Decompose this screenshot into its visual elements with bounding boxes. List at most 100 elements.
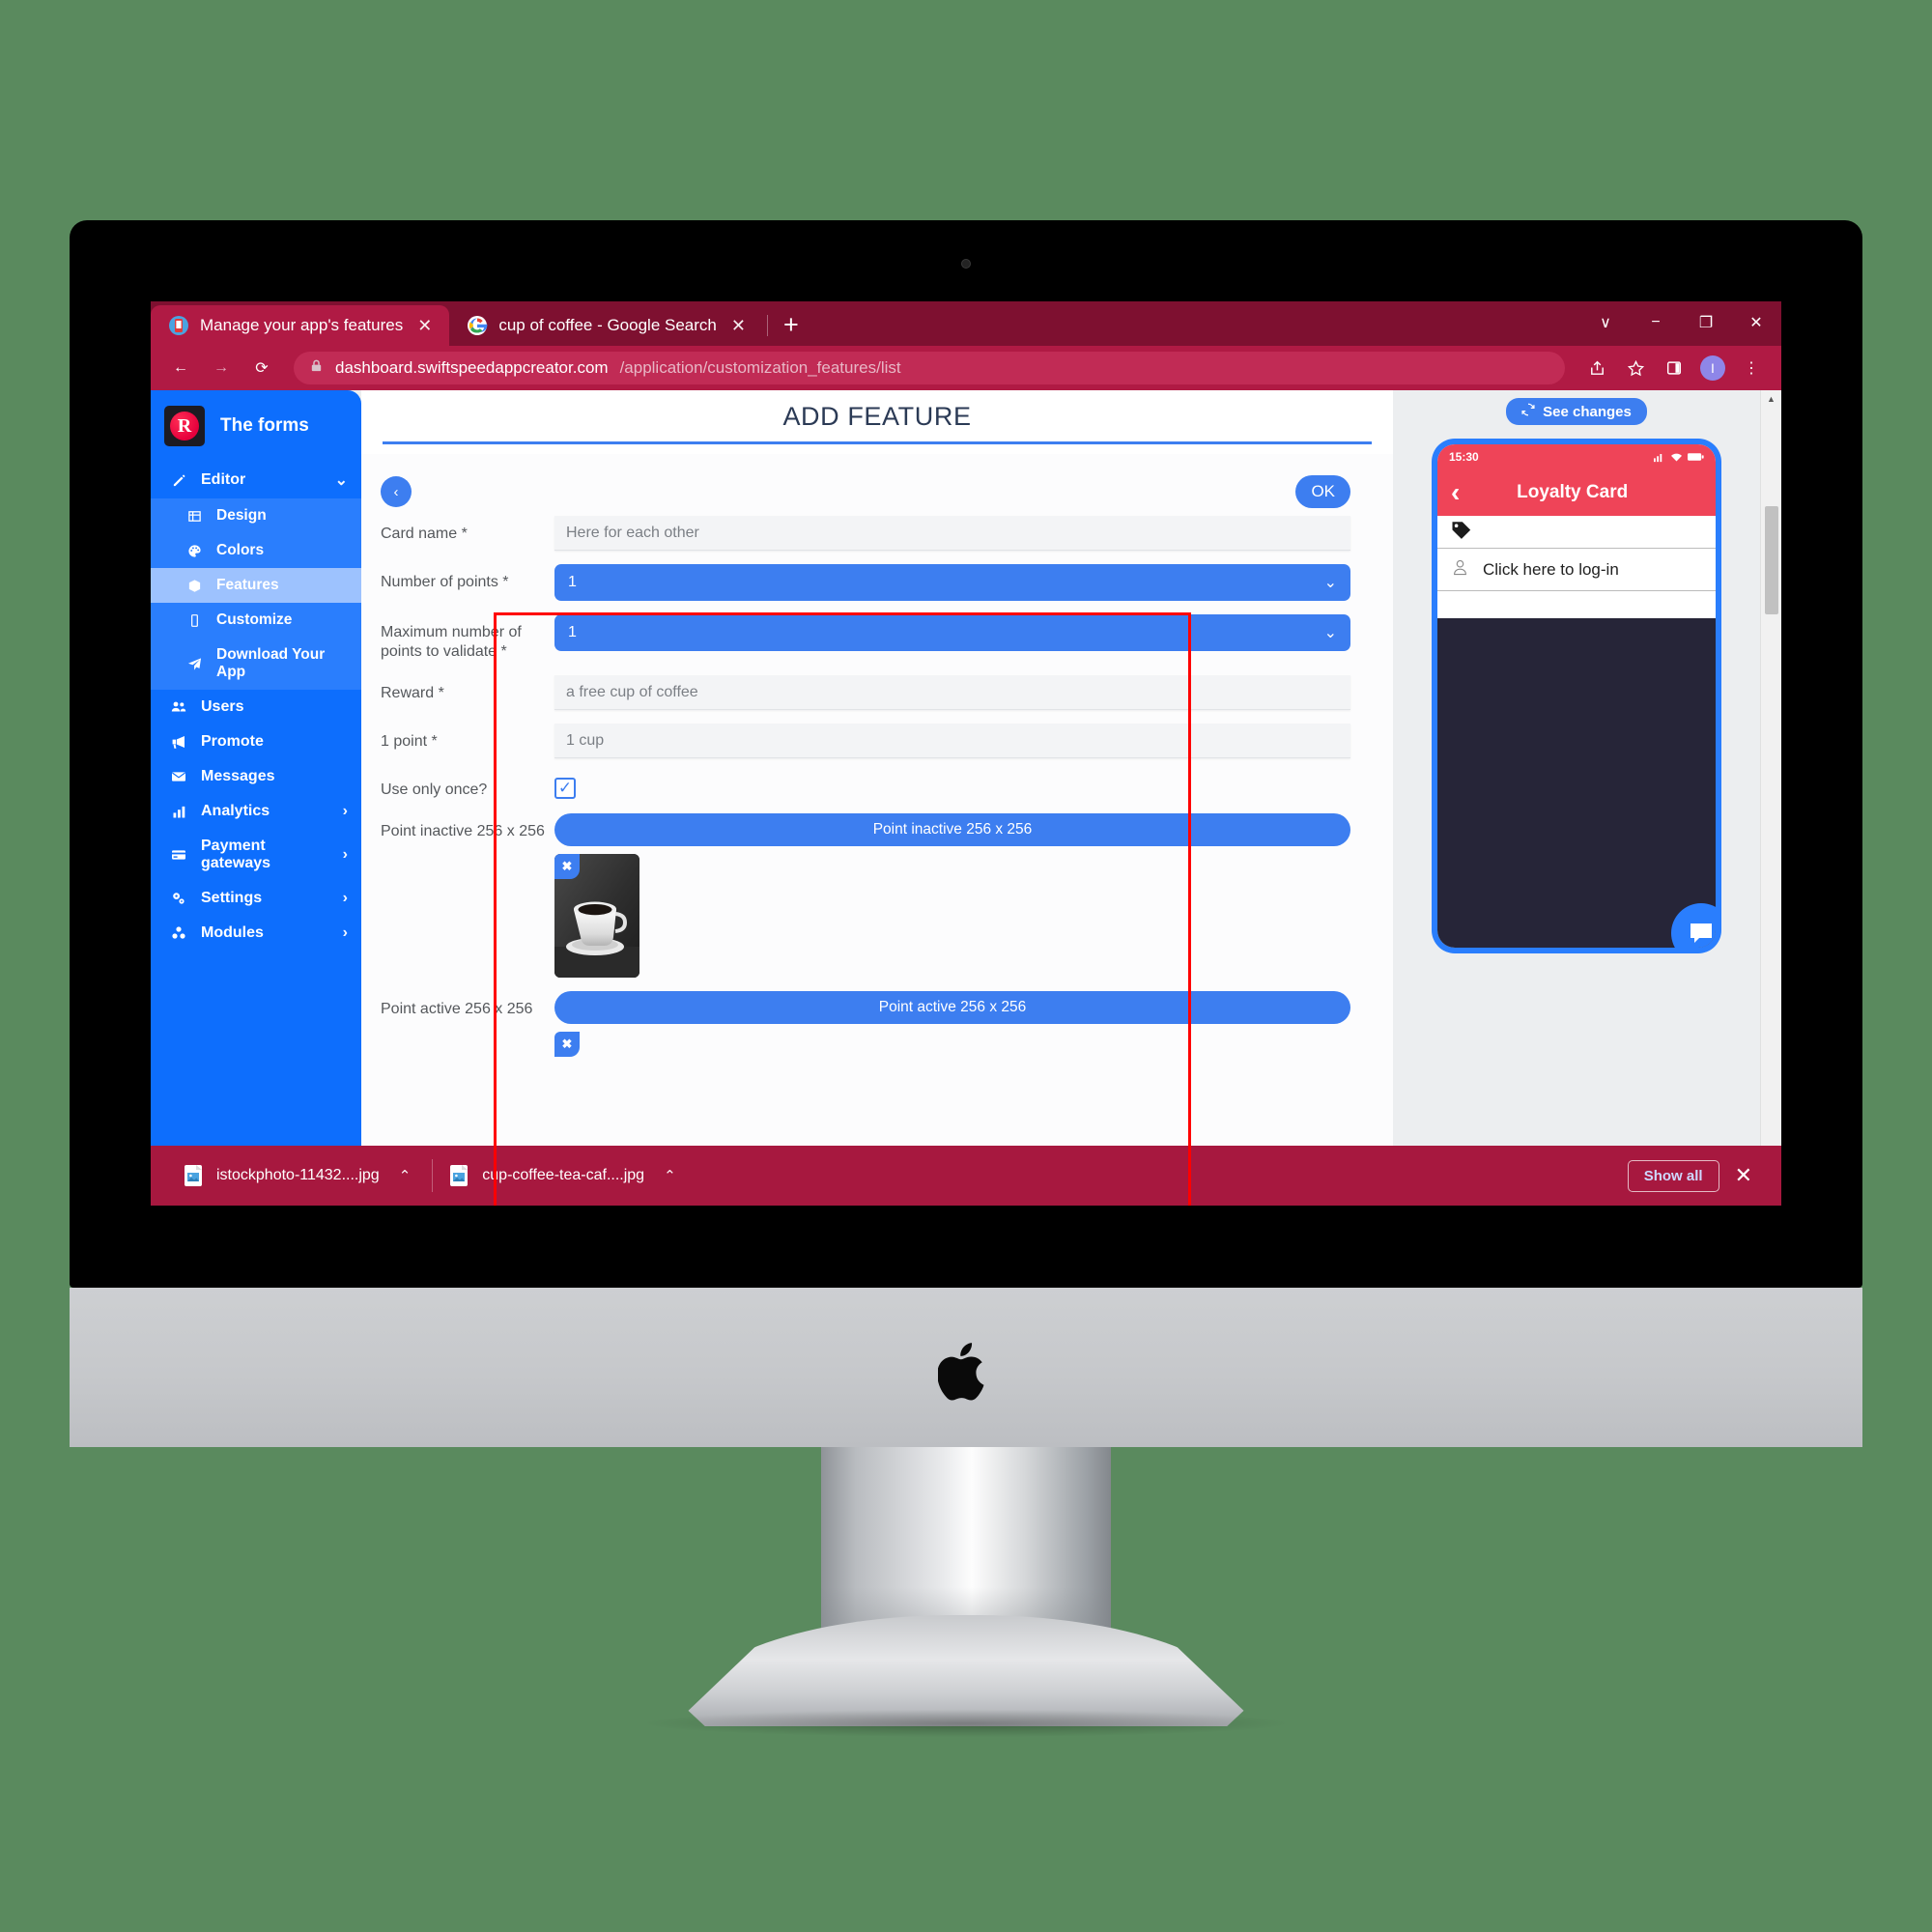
phone-tag-row[interactable] <box>1437 516 1716 549</box>
browser-menu-icon[interactable]: ⋮ <box>1733 350 1770 386</box>
lock-icon <box>309 358 324 378</box>
title-underline <box>383 441 1372 444</box>
browser-tab-2-close-icon[interactable]: ✕ <box>727 316 750 336</box>
show-all-button[interactable]: Show all <box>1627 1159 1719 1192</box>
download-item-2[interactable]: cup-coffee-tea-caf....jpg ⌃ <box>432 1146 696 1206</box>
sidebar-item-users[interactable]: Users <box>151 690 361 724</box>
brand-name: The forms <box>220 415 309 436</box>
close-window-button[interactable]: ✕ <box>1731 305 1781 340</box>
chevron-right-icon: › <box>342 846 348 863</box>
sidebar-item-design[interactable]: Design <box>151 498 361 533</box>
download-item-1[interactable]: istockphoto-11432....jpg ⌃ <box>166 1146 432 1206</box>
sidebar-item-editor[interactable]: Editor ⌄ <box>151 462 361 498</box>
see-changes-button[interactable]: See changes <box>1506 398 1647 425</box>
sidebar-item-modules[interactable]: Modules › <box>151 916 361 951</box>
number-of-points-select[interactable]: 1 ⌄ <box>554 564 1350 601</box>
download-item-2-menu-icon[interactable]: ⌃ <box>664 1167 676 1184</box>
phone-login-row[interactable]: Click here to log-in <box>1437 549 1716 591</box>
phone-screen: 15:30 ‹ Loyalty Card Click here to log-i… <box>1437 444 1716 948</box>
browser-tab-2-title: cup of coffee - Google Search <box>498 316 717 334</box>
sidebar-item-messages[interactable]: Messages <box>151 759 361 794</box>
phone-login-label: Click here to log-in <box>1483 559 1619 579</box>
point-inactive-upload-button[interactable]: Point inactive 256 x 256 <box>554 813 1350 847</box>
megaphone-icon <box>168 734 189 750</box>
field-max-points: Maximum number of points to validate * 1… <box>361 611 1393 666</box>
app-sidebar: R The forms Editor ⌄ Design Colors Featu… <box>151 390 361 1206</box>
reward-input[interactable] <box>554 675 1350 711</box>
window-controls: ∨ − ❐ ✕ <box>1580 305 1781 346</box>
chat-bubble-icon[interactable] <box>1671 903 1716 948</box>
scroll-up-icon[interactable]: ▲ <box>1761 390 1781 408</box>
sidebar-item-analytics[interactable]: Analytics › <box>151 794 361 829</box>
page-title: ADD FEATURE <box>782 402 972 431</box>
browser-tab-1[interactable]: Manage your app's features ✕ <box>151 305 450 346</box>
phone-spacer-row <box>1437 591 1716 618</box>
sidebar-item-colors[interactable]: Colors <box>151 533 361 568</box>
chevron-down-icon[interactable]: ∨ <box>1580 305 1631 340</box>
form-action-row: ‹ OK <box>361 469 1393 512</box>
avatar[interactable]: I <box>1700 355 1725 381</box>
brand-logo-icon: R <box>164 406 205 446</box>
close-downloads-icon[interactable]: ✕ <box>1735 1163 1752 1188</box>
card-name-input[interactable] <box>554 516 1350 551</box>
side-panel-icon[interactable] <box>1656 350 1692 386</box>
image-file-icon <box>184 1164 203 1187</box>
field-max-points-label: Maximum number of points to validate * <box>381 624 522 661</box>
browser-tab-1-title: Manage your app's features <box>200 316 404 334</box>
field-card-name: Card name * <box>361 512 1393 554</box>
scrollbar-thumb[interactable] <box>1765 506 1778 614</box>
address-bar[interactable]: dashboard.swiftspeedappcreator.com/appli… <box>294 352 1565 384</box>
page-scrollbar[interactable]: ▲ ▼ <box>1760 390 1781 1206</box>
field-use-only-once-label: Use only once? <box>381 781 488 799</box>
url-path: /application/customization_features/list <box>619 358 901 377</box>
point-inactive-remove-icon[interactable]: ✖ <box>554 854 580 880</box>
mobile-icon <box>184 613 205 628</box>
sidebar-item-download-your-app[interactable]: Download Your App <box>151 638 361 690</box>
download-item-1-menu-icon[interactable]: ⌃ <box>399 1167 412 1184</box>
sidebar-item-payment-label: Payment gateways <box>201 838 271 871</box>
imac-shadow <box>647 1710 1285 1737</box>
field-number-of-points: Number of points * 1 ⌄ <box>361 560 1393 605</box>
sidebar-item-payment-gateways[interactable]: Payment gateways › <box>151 829 361 881</box>
imac-monitor: Manage your app's features ✕ cup of coff… <box>70 220 1862 1288</box>
toolbar-right-actions: I ⋮ <box>1578 350 1770 386</box>
refresh-icon <box>1521 403 1535 420</box>
forward-icon[interactable]: → <box>203 350 240 386</box>
ok-button[interactable]: OK <box>1295 475 1350 508</box>
field-use-only-once: Use only once? ✓ <box>361 768 1393 804</box>
reload-icon[interactable]: ⟳ <box>243 350 280 386</box>
sidebar-item-editor-label: Editor <box>201 471 246 488</box>
sidebar-item-settings[interactable]: Settings › <box>151 881 361 916</box>
users-icon <box>168 699 189 715</box>
use-only-once-checkbox[interactable]: ✓ <box>554 778 576 800</box>
sidebar-item-settings-label: Settings <box>201 890 263 906</box>
new-tab-button[interactable]: + <box>774 312 812 346</box>
browser-tab-2[interactable]: cup of coffee - Google Search ✕ <box>449 305 763 346</box>
main-content: ADD FEATURE ‹ OK Card name * Here for ea… <box>361 390 1781 1206</box>
sidebar-item-features[interactable]: Features <box>151 568 361 603</box>
maximize-button[interactable]: ❐ <box>1681 305 1731 340</box>
url-domain: dashboard.swiftspeedappcreator.com <box>335 358 609 377</box>
phone-nav-bar: ‹ Loyalty Card <box>1437 469 1716 516</box>
max-points-select[interactable]: 1 ⌄ <box>554 614 1350 651</box>
sidebar-item-design-label: Design <box>216 507 267 524</box>
point-active-remove-icon[interactable]: ✖ <box>554 1032 580 1058</box>
bookmark-star-icon[interactable] <box>1617 350 1654 386</box>
monitor-screen: Manage your app's features ✕ cup of coff… <box>151 301 1781 1206</box>
phone-preview: 15:30 ‹ Loyalty Card Click here to log-i… <box>1432 439 1721 953</box>
sidebar-item-promote[interactable]: Promote <box>151 724 361 759</box>
brand-logo-letter: R <box>170 412 199 440</box>
minimize-button[interactable]: − <box>1631 305 1681 340</box>
sidebar-item-customize[interactable]: Customize <box>151 603 361 638</box>
back-button[interactable]: ‹ <box>381 476 412 507</box>
sidebar-brand[interactable]: R The forms <box>151 390 361 462</box>
one-point-input[interactable] <box>554 724 1350 759</box>
browser-tab-1-close-icon[interactable]: ✕ <box>413 316 436 336</box>
share-icon[interactable] <box>1578 350 1615 386</box>
download-item-2-filename: cup-coffee-tea-caf....jpg <box>482 1167 645 1183</box>
number-of-points-value: 1 <box>568 574 577 590</box>
back-icon[interactable]: ← <box>162 350 199 386</box>
sidebar-item-users-label: Users <box>201 698 244 715</box>
apple-logo <box>938 1343 984 1401</box>
point-active-upload-button[interactable]: Point active 256 x 256 <box>554 991 1350 1025</box>
